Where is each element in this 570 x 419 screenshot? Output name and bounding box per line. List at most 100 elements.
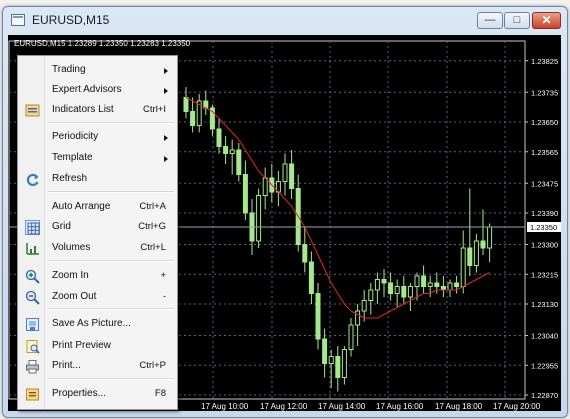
candle-bear: [335, 356, 341, 378]
candle-bull: [374, 279, 380, 291]
menu-item-indicators-list[interactable]: Indicators List Ctrl+I: [19, 101, 176, 121]
time-label: 17 Aug 18:00: [435, 402, 483, 411]
menu-item-label: Indicators List: [52, 104, 114, 115]
candle-bear: [223, 146, 229, 154]
menu-item-shortcut: -: [162, 291, 166, 302]
menu-item-label: Print Preview: [52, 340, 111, 351]
candle-bull: [262, 177, 268, 196]
candle-bull: [447, 282, 453, 291]
price-label: 1.23650: [531, 118, 558, 127]
menu-item-shortcut: Ctrl+L: [140, 242, 166, 253]
price-label: 1.23390: [531, 209, 558, 218]
window-title: EURUSD,M15: [32, 13, 110, 27]
menu-item-trading[interactable]: Trading: [19, 61, 176, 81]
menu-item-refresh[interactable]: Refresh: [19, 170, 176, 190]
menu-separator: [48, 260, 174, 262]
price-label: 1.22870: [531, 391, 558, 400]
menu-item-label: Auto Arrange: [52, 201, 111, 212]
maximize-button[interactable]: □: [504, 12, 530, 29]
candle-bear: [308, 261, 314, 294]
chart-window-icon: [11, 14, 25, 26]
minimize-icon: —: [484, 14, 496, 26]
candle-bull: [341, 349, 347, 378]
properties-icon: [25, 387, 40, 402]
candle-bull: [460, 247, 466, 287]
volumes-icon: [25, 241, 40, 256]
candle-bear: [315, 293, 321, 340]
menu-item-label: Grid: [52, 221, 71, 232]
candle-bull: [256, 195, 262, 242]
zoom-in-icon: [25, 269, 40, 284]
candle-bear: [242, 174, 248, 214]
candle-bear: [421, 275, 427, 287]
menu-item-properties[interactable]: Properties... F8: [19, 385, 176, 405]
menu-item-zoom-in[interactable]: Zoom In +: [19, 267, 176, 287]
current-price-label: 1.23350: [530, 223, 557, 232]
candle-bear: [236, 149, 242, 175]
price-label: 1.23130: [531, 300, 558, 309]
candle-bear: [401, 286, 407, 298]
zoom-out-icon: [25, 290, 40, 305]
menu-item-expert-advisors[interactable]: Expert Advisors: [19, 81, 176, 101]
chart-context-menu: Trading Expert Advisors Indicators List Ctr…: [17, 55, 178, 410]
indicators-list-icon: [25, 103, 40, 118]
menu-item-grid[interactable]: Grid Ctrl+G: [19, 218, 176, 238]
submenu-arrow-icon: [164, 156, 168, 162]
moving-average-line: [185, 97, 490, 319]
candle-bear: [289, 163, 295, 189]
title-bar[interactable]: EURUSD,M15 — □ ✕: [3, 7, 567, 35]
menu-item-zoom-out[interactable]: Zoom Out -: [19, 288, 176, 308]
close-icon: ✕: [541, 13, 552, 27]
menu-item-label: Expert Advisors: [52, 84, 122, 95]
menu-item-shortcut: Ctrl+I: [143, 104, 166, 115]
menu-separator: [48, 378, 174, 380]
menu-item-save-as-picture[interactable]: Save As Picture...: [19, 315, 176, 335]
menu-item-label: Trading: [52, 64, 86, 75]
candle-bear: [440, 286, 446, 291]
print-preview-icon: [25, 339, 40, 354]
menu-item-auto-arrange[interactable]: Auto Arrange Ctrl+A: [19, 198, 176, 218]
menu-item-shortcut: Ctrl+P: [139, 360, 166, 371]
printer-icon: [25, 359, 40, 374]
menu-item-label: Print...: [52, 360, 81, 371]
candle-bull: [407, 286, 413, 298]
candle-bull: [394, 286, 400, 294]
candle-bull: [282, 163, 288, 182]
candle-bear: [467, 247, 473, 266]
time-label: 17 Aug 10:00: [201, 402, 249, 411]
menu-item-volumes[interactable]: Volumes Ctrl+L: [19, 239, 176, 259]
menu-item-label: Save As Picture...: [52, 318, 131, 329]
candle-bull: [427, 282, 433, 287]
candle-bull: [328, 356, 334, 364]
menu-item-print-preview[interactable]: Print Preview: [19, 337, 176, 357]
menu-item-periodicity[interactable]: Periodicity: [19, 128, 176, 148]
price-label: 1.23475: [531, 179, 558, 188]
candle-bull: [361, 300, 367, 312]
menu-item-print[interactable]: Print... Ctrl+P: [19, 357, 176, 377]
close-button[interactable]: ✕: [532, 12, 561, 29]
symbol-info-line: EURUSD,M15 1.23289 1.23350 1.23283 1.233…: [14, 39, 191, 48]
time-label: 17 Aug 20:00: [493, 402, 541, 411]
menu-item-label: Template: [52, 152, 93, 163]
candle-bull: [229, 149, 235, 154]
refresh-icon: [25, 172, 40, 187]
price-label: 1.23825: [531, 57, 558, 66]
price-label: 1.23040: [531, 332, 558, 341]
candle-bear: [434, 282, 440, 287]
menu-item-label: Properties...: [52, 388, 106, 399]
candle-bear: [190, 111, 196, 126]
menu-item-template[interactable]: Template: [19, 149, 176, 169]
candle-bear: [322, 338, 328, 364]
menu-separator: [48, 191, 174, 193]
price-label: 1.23300: [531, 241, 558, 250]
maximize-icon: □: [513, 14, 521, 26]
candle-bear: [216, 128, 222, 147]
menu-separator: [48, 122, 174, 124]
candle-bear: [381, 279, 387, 284]
candle-bear: [454, 282, 460, 287]
price-label: 1.22955: [531, 361, 558, 370]
price-label: 1.23215: [531, 270, 558, 279]
grid-icon: [25, 220, 40, 235]
minimize-button[interactable]: —: [477, 12, 503, 29]
candle-bull: [355, 310, 361, 326]
